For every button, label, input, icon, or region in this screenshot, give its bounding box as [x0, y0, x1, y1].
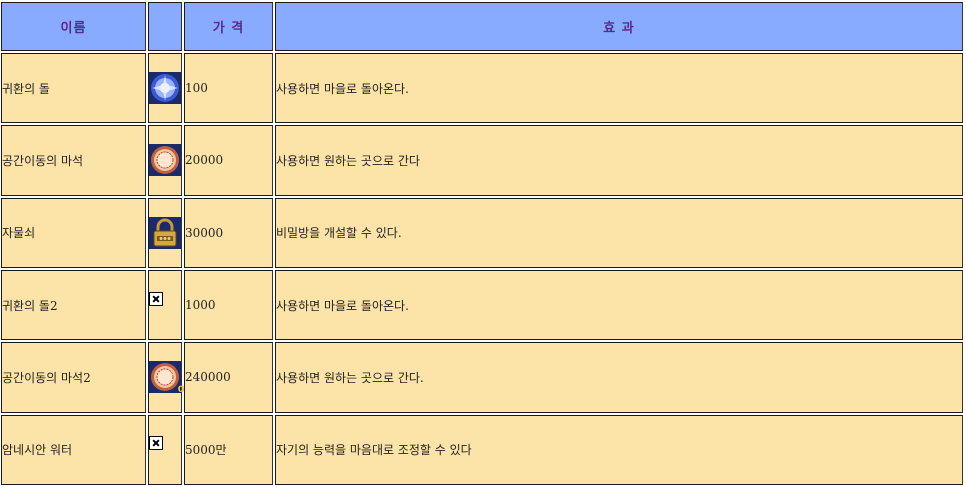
return-stone-icon — [149, 72, 181, 105]
item-name: 공간이동의 마석2 — [1, 342, 146, 413]
item-count-badge: 0 — [177, 385, 184, 396]
item-icon-cell: 0 — [148, 342, 184, 413]
broken-image-icon — [149, 436, 163, 451]
item-price: 30000 — [184, 197, 273, 268]
header-name: 이름 — [1, 2, 146, 51]
table-row: 공간이동의 마석 20000 사용하면 원하는 곳으로 간다 — [1, 125, 963, 196]
item-icon-cell — [148, 125, 182, 196]
item-icon-cell — [148, 53, 182, 124]
item-icon-cell — [148, 414, 182, 485]
item-effect: 사용하면 마을로 돌아온다. — [275, 269, 963, 341]
table-row: 자물쇠 30000 비밀방을 개설할 수 있다. — [1, 197, 963, 268]
table-row: 암네시안 워터 5000만 자기의 능력을 마음대로 조정할 수 있다 — [1, 414, 963, 485]
teleport-stone-icon — [149, 144, 181, 177]
header-effect: 효 과 — [275, 2, 963, 51]
padlock-icon — [149, 216, 181, 249]
item-table: 이름 가 격 효 과 귀환의 돌 100 사용하면 마을로 돌아온다. 공간이동… — [0, 0, 965, 487]
item-icon-cell — [148, 269, 182, 341]
item-price: 240000 — [184, 342, 273, 413]
item-effect: 사용하면 원하는 곳으로 간다. — [275, 342, 963, 413]
header-icon — [148, 2, 182, 51]
item-effect: 자기의 능력을 마음대로 조정할 수 있다 — [275, 414, 963, 485]
item-effect: 비밀방을 개설할 수 있다. — [275, 197, 963, 268]
table-header-row: 이름 가 격 효 과 — [1, 2, 963, 51]
broken-image-icon — [149, 291, 163, 306]
table-row: 공간이동의 마석2 0 240000 사용하면 원하는 곳으로 간다. — [1, 342, 963, 413]
teleport-stone-icon: 0 — [149, 361, 184, 396]
item-name: 귀환의 돌 — [1, 53, 146, 124]
item-price: 5000만 — [184, 414, 273, 485]
item-name: 암네시안 워터 — [1, 414, 146, 485]
item-name: 귀환의 돌2 — [1, 269, 146, 341]
item-price: 100 — [184, 53, 273, 124]
item-price: 20000 — [184, 125, 273, 196]
item-effect: 사용하면 마을로 돌아온다. — [275, 53, 963, 124]
item-effect: 사용하면 원하는 곳으로 간다 — [275, 125, 963, 196]
item-icon-cell — [148, 197, 182, 268]
item-price: 1000 — [184, 269, 273, 341]
item-name: 자물쇠 — [1, 197, 146, 268]
header-price: 가 격 — [184, 2, 273, 51]
table-row: 귀환의 돌2 1000 사용하면 마을로 돌아온다. — [1, 269, 963, 341]
table-row: 귀환의 돌 100 사용하면 마을로 돌아온다. — [1, 53, 963, 124]
item-name: 공간이동의 마석 — [1, 125, 146, 196]
